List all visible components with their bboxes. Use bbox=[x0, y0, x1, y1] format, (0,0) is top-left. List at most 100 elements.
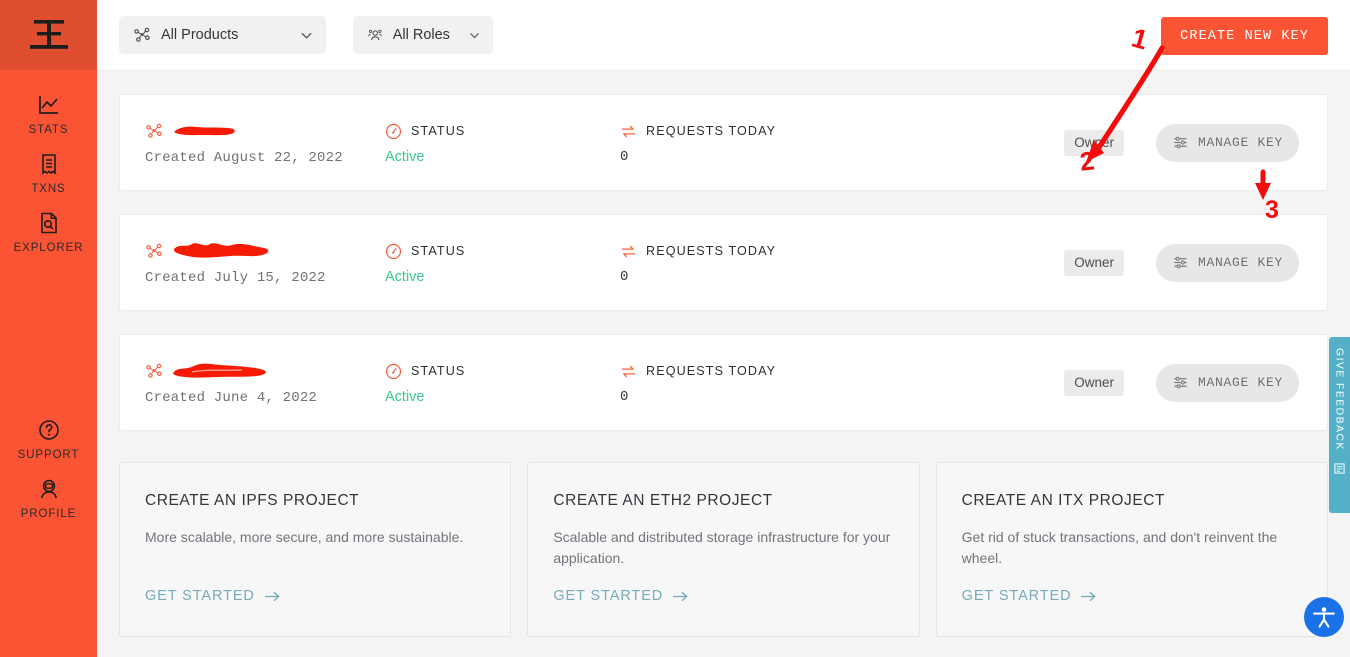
table-row[interactable]: Created June 4, 2022 STATUS Active REQUE… bbox=[119, 334, 1328, 431]
network-nodes-icon bbox=[146, 243, 162, 258]
requests-heading: REQUESTS TODAY bbox=[620, 360, 920, 382]
sliders-icon bbox=[1174, 256, 1187, 269]
network-nodes-icon bbox=[146, 363, 162, 378]
chevron-down-icon bbox=[301, 32, 312, 39]
role-badge: Owner bbox=[1064, 369, 1124, 396]
transfer-arrows-icon bbox=[621, 125, 636, 137]
requests-heading: REQUESTS TODAY bbox=[620, 120, 920, 142]
sidebar-nav: STATS TXNS EXPLORER SUPPORT PROFILE bbox=[0, 70, 97, 527]
accessibility-button[interactable] bbox=[1304, 597, 1344, 637]
arrow-right-icon bbox=[264, 591, 280, 601]
infura-cube-logo-icon bbox=[29, 20, 68, 49]
filter-all-roles[interactable]: All Roles bbox=[353, 16, 493, 54]
astronaut-avatar-icon bbox=[40, 479, 57, 499]
gauge-icon bbox=[385, 363, 402, 379]
requests-heading-label: REQUESTS TODAY bbox=[646, 124, 777, 138]
promo-title: CREATE AN ITX PROJECT bbox=[961, 492, 1165, 509]
key-created-date: Created July 15, 2022 bbox=[145, 269, 326, 286]
network-nodes-icon bbox=[146, 123, 162, 138]
key-status-cell: STATUS Active bbox=[385, 360, 620, 405]
document-search-icon bbox=[40, 212, 57, 234]
give-feedback-label: GIVE FEEDBACK bbox=[1333, 348, 1346, 451]
transfer-arrows-icon bbox=[621, 245, 636, 257]
sidebar-item-stats[interactable]: STATS bbox=[0, 84, 97, 143]
filter-products-label: All Products bbox=[161, 27, 239, 43]
arrow-right-icon bbox=[1081, 591, 1096, 601]
promo-get-started-link[interactable]: GET STARTED bbox=[145, 588, 281, 604]
manage-key-button[interactable]: MANAGE KEY bbox=[1155, 363, 1299, 402]
status-heading: STATUS bbox=[385, 120, 620, 142]
promo-card-itx: CREATE AN ITX PROJECT Get rid of stuck t… bbox=[935, 462, 1328, 637]
role-badge: Owner bbox=[1064, 249, 1124, 276]
requests-today-value: 0 bbox=[620, 269, 629, 285]
status-heading: STATUS bbox=[385, 240, 620, 262]
manage-key-button[interactable]: MANAGE KEY bbox=[1155, 123, 1299, 162]
redacted-key-name bbox=[173, 242, 269, 258]
key-name-line bbox=[145, 240, 385, 262]
sidebar-item-support[interactable]: SUPPORT bbox=[0, 409, 97, 468]
promo-link-label: GET STARTED bbox=[145, 588, 255, 604]
promo-card-list: CREATE AN IPFS PROJECT More scalable, mo… bbox=[97, 454, 1350, 637]
promo-card-eth2: CREATE AN ETH2 PROJECT Scalable and dist… bbox=[527, 462, 920, 637]
promo-title: CREATE AN ETH2 PROJECT bbox=[553, 492, 773, 509]
line-chart-icon bbox=[38, 96, 58, 114]
sliders-icon bbox=[1174, 136, 1187, 149]
status-heading-label: STATUS bbox=[411, 124, 466, 138]
promo-body: More scalable, more secure, and more sus… bbox=[145, 529, 464, 545]
key-created-date: Created June 4, 2022 bbox=[145, 389, 318, 406]
promo-card-ipfs: CREATE AN IPFS PROJECT More scalable, mo… bbox=[119, 462, 512, 637]
status-badge: Active bbox=[385, 149, 425, 165]
promo-get-started-link[interactable]: GET STARTED bbox=[553, 588, 689, 604]
redacted-key-name bbox=[172, 363, 266, 378]
manage-key-label: MANAGE KEY bbox=[1197, 375, 1283, 390]
feedback-form-icon bbox=[1334, 463, 1345, 474]
requests-heading-label: REQUESTS TODAY bbox=[646, 244, 777, 258]
key-name-line bbox=[145, 120, 385, 142]
app-root: STATS TXNS EXPLORER SUPPORT PROFILE All … bbox=[0, 0, 1350, 657]
manage-key-button[interactable]: MANAGE KEY bbox=[1155, 243, 1299, 282]
promo-body: Get rid of stuck transactions, and don't… bbox=[961, 529, 1278, 566]
app-logo[interactable] bbox=[0, 0, 97, 70]
key-name-cell: Created August 22, 2022 bbox=[145, 120, 385, 166]
sidebar-item-explorer[interactable]: EXPLORER bbox=[0, 202, 97, 261]
filter-all-products[interactable]: All Products bbox=[119, 16, 326, 54]
key-requests-cell: REQUESTS TODAY 0 bbox=[620, 120, 920, 165]
sidebar-item-profile[interactable]: PROFILE bbox=[0, 468, 97, 527]
redacted-key-name bbox=[174, 126, 235, 135]
table-row[interactable]: Created August 22, 2022 STATUS Active RE… bbox=[119, 94, 1328, 191]
gauge-icon bbox=[385, 243, 402, 259]
key-created-date: Created August 22, 2022 bbox=[145, 149, 343, 166]
sidebar-item-txns[interactable]: TXNS bbox=[0, 143, 97, 202]
key-requests-cell: REQUESTS TODAY 0 bbox=[620, 240, 920, 285]
key-status-cell: STATUS Active bbox=[385, 240, 620, 285]
create-new-key-button[interactable]: CREATE NEW KEY bbox=[1161, 17, 1328, 55]
network-nodes-icon bbox=[134, 27, 150, 42]
key-status-cell: STATUS Active bbox=[385, 120, 620, 165]
give-feedback-tab[interactable]: GIVE FEEDBACK bbox=[1329, 337, 1350, 513]
manage-key-label: MANAGE KEY bbox=[1197, 255, 1283, 270]
status-badge: Active bbox=[385, 269, 425, 285]
table-row[interactable]: Created July 15, 2022 STATUS Active REQU… bbox=[119, 214, 1328, 311]
sidebar-item-label: TXNS bbox=[31, 183, 66, 195]
promo-get-started-link[interactable]: GET STARTED bbox=[962, 588, 1098, 604]
promo-link-label: GET STARTED bbox=[961, 588, 1072, 604]
sidebar-item-label: SUPPORT bbox=[17, 449, 80, 461]
promo-body: Scalable and distributed storage infrast… bbox=[553, 529, 891, 566]
requests-today-value: 0 bbox=[620, 149, 629, 165]
arrow-right-icon bbox=[673, 591, 688, 601]
status-heading: STATUS bbox=[385, 360, 620, 382]
promo-title: CREATE AN IPFS PROJECT bbox=[145, 492, 360, 509]
people-group-icon bbox=[368, 29, 382, 41]
filter-roles-label: All Roles bbox=[392, 27, 450, 43]
status-heading-label: STATUS bbox=[411, 364, 466, 378]
manage-key-label: MANAGE KEY bbox=[1197, 135, 1283, 150]
chevron-down-icon bbox=[470, 32, 479, 38]
key-name-line bbox=[145, 360, 385, 382]
status-badge: Active bbox=[385, 389, 425, 405]
sliders-icon bbox=[1174, 376, 1187, 389]
promo-link-label: GET STARTED bbox=[553, 588, 664, 604]
main-content: All Products All Roles CREATE NEW KEY Cr… bbox=[97, 0, 1350, 657]
key-requests-cell: REQUESTS TODAY 0 bbox=[620, 360, 920, 405]
receipt-icon bbox=[41, 154, 56, 175]
